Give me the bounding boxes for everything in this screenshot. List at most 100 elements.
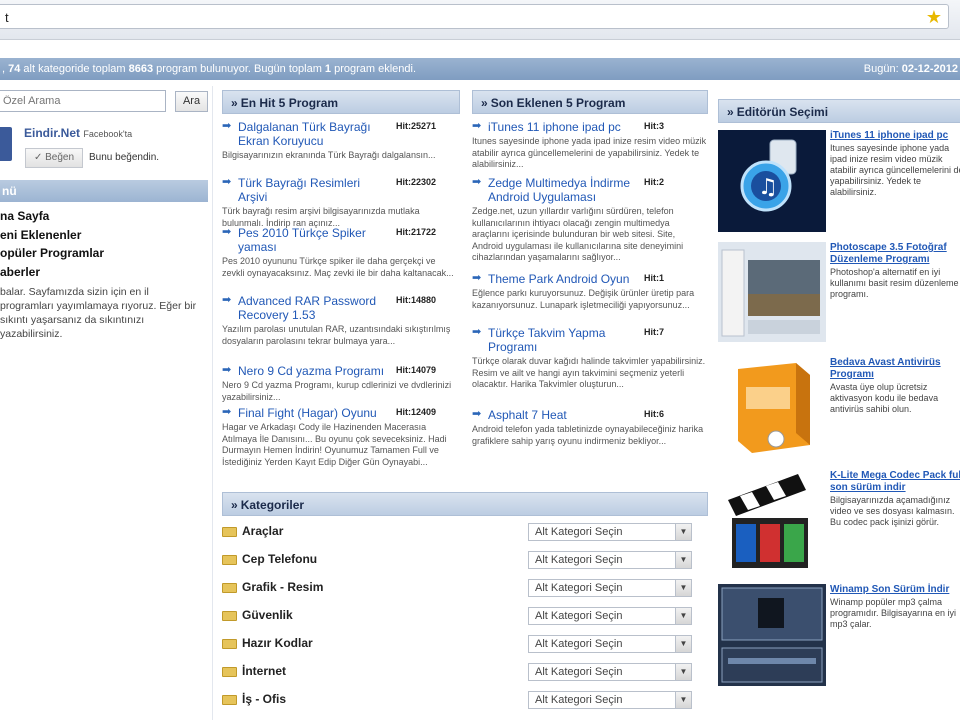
- klite-thumbnail[interactable]: [718, 470, 826, 574]
- category-link[interactable]: Güvenlik: [242, 608, 293, 622]
- pick-desc: Photoshop'a alternatif en iyi kullanımı …: [830, 267, 959, 299]
- subcategory-select[interactable]: Alt Kategori Seçin ▼: [528, 635, 692, 653]
- avast-thumbnail[interactable]: [718, 357, 826, 457]
- menu-note: balar. Sayfamızda sizin için en il progr…: [0, 286, 197, 340]
- arrow-right-icon: ➡: [472, 408, 482, 420]
- category-link[interactable]: İş - Ofis: [242, 692, 286, 706]
- chevron-down-icon[interactable]: ▼: [675, 524, 691, 540]
- itunes-thumbnail[interactable]: ♫: [718, 130, 826, 232]
- address-text: t: [5, 10, 9, 25]
- winamp-thumbnail[interactable]: [718, 584, 826, 686]
- bookmark-star-icon[interactable]: ★: [926, 7, 942, 27]
- editor-header: » Editörün Seçimi: [718, 99, 960, 123]
- arrow-right-icon: ➡: [222, 406, 232, 418]
- program-link[interactable]: Zedge Multimedya İndirme Android Uygulam…: [488, 176, 638, 204]
- program-desc: Eğlence parkı kuruyorsunuz. Değişik ürün…: [472, 288, 695, 310]
- category-row: Cep Telefonu Alt Kategori Seçin ▼: [222, 549, 692, 571]
- program-link[interactable]: Asphalt 7 Heat: [488, 408, 638, 422]
- subcategory-select[interactable]: Alt Kategori Seçin ▼: [528, 523, 692, 541]
- folder-icon: [222, 667, 237, 677]
- menu-item-home[interactable]: na Sayfa: [0, 207, 208, 226]
- program-link[interactable]: Türkçe Takvim Yapma Programı: [488, 326, 638, 354]
- list-item: ➡ Nero 9 Cd yazma Programı Hit:14079 Ner…: [222, 364, 460, 406]
- stats-text: , 74 alt kategoride toplam 8663 program …: [2, 63, 416, 75]
- program-desc: Android telefon yada tabletinizde oynaya…: [472, 424, 704, 446]
- program-link[interactable]: Advanced RAR Password Recovery 1.53: [238, 294, 388, 322]
- program-desc: Hagar ve Arkadaşı Cody ile Hazinenden Ma…: [222, 422, 447, 467]
- facebook-name-text: Eindir.Net: [24, 126, 81, 140]
- categories-title: Kategoriler: [240, 498, 305, 512]
- section-arrow-icon: »: [231, 498, 238, 512]
- subcategory-select[interactable]: Alt Kategori Seçin ▼: [528, 551, 692, 569]
- address-bar[interactable]: t ★: [0, 4, 949, 29]
- select-value: Alt Kategori Seçin: [535, 526, 623, 538]
- subcategory-select[interactable]: Alt Kategori Seçin ▼: [528, 663, 692, 681]
- facebook-like-button[interactable]: ✓ Beğen: [25, 148, 83, 168]
- pick-text: K-Lite Mega Codec Pack full son sürüm in…: [830, 470, 960, 528]
- subcategory-select[interactable]: Alt Kategori Seçin ▼: [528, 579, 692, 597]
- pick-text: iTunes 11 iphone ipad pc Itunes sayesind…: [830, 130, 960, 198]
- subcategory-select[interactable]: Alt Kategori Seçin ▼: [528, 691, 692, 709]
- chevron-down-icon[interactable]: ▼: [675, 580, 691, 596]
- stats-mid: alt kategoride toplam: [20, 63, 129, 75]
- arrow-right-icon: ➡: [472, 272, 482, 284]
- hit5-title: En Hit 5 Program: [240, 96, 339, 110]
- menu-item-new[interactable]: eni Eklenenler: [0, 226, 208, 245]
- program-desc: Bilgisayarınızın ekranında Türk Bayrağı …: [222, 150, 436, 160]
- chevron-down-icon[interactable]: ▼: [675, 552, 691, 568]
- chevron-down-icon[interactable]: ▼: [675, 664, 691, 680]
- program-count: 8663: [128, 63, 154, 75]
- pick-link[interactable]: Bedava Avast Antivirüs Programı: [830, 357, 960, 381]
- program-link[interactable]: Theme Park Android Oyun: [488, 272, 638, 286]
- arrow-right-icon: ➡: [472, 176, 482, 188]
- hit5-list: ➡ Dalgalanan Türk Bayrağı Ekran Koruyucu…: [222, 120, 460, 476]
- program-link[interactable]: Pes 2010 Türkçe Spiker yaması: [238, 226, 388, 254]
- category-count: 74: [8, 63, 21, 75]
- stats-suffix: program eklendi.: [331, 63, 417, 75]
- chevron-down-icon[interactable]: ▼: [675, 692, 691, 708]
- select-value: Alt Kategori Seçin: [535, 638, 623, 650]
- browser-toolbar: t ★: [0, 0, 960, 40]
- hit-count: Hit:7: [644, 327, 664, 337]
- menu-item-popular[interactable]: opüler Programlar: [0, 244, 208, 263]
- hit-count: Hit:1: [644, 273, 664, 283]
- pick-link[interactable]: Winamp Son Sürüm İndir: [830, 584, 960, 596]
- list-item: ➡ Final Fight (Hagar) Oyunu Hit:12409 Ha…: [222, 406, 460, 476]
- section-arrow-icon: »: [231, 96, 238, 110]
- program-link[interactable]: Dalgalanan Türk Bayrağı Ekran Koruyucu: [238, 120, 388, 148]
- pick-text: Bedava Avast Antivirüs Programı Avasta ü…: [830, 357, 960, 415]
- menu-item-news[interactable]: aberler: [0, 263, 208, 282]
- photoscape-thumbnail[interactable]: [718, 242, 826, 342]
- recent5-list: ➡ iTunes 11 iphone ipad pc Hit:3 Itunes …: [472, 120, 708, 458]
- program-link[interactable]: Final Fight (Hagar) Oyunu: [238, 406, 388, 420]
- like-status-text: Bunu beğendin.: [89, 152, 160, 163]
- category-row: Hazır Kodlar Alt Kategori Seçin ▼: [222, 633, 692, 655]
- program-link[interactable]: Türk Bayrağı Resimleri Arşivi: [238, 176, 388, 204]
- folder-icon: [222, 695, 237, 705]
- list-item: ➡ Dalgalanan Türk Bayrağı Ekran Koruyucu…: [222, 120, 460, 176]
- subcategory-select[interactable]: Alt Kategori Seçin ▼: [528, 607, 692, 625]
- program-link[interactable]: iTunes 11 iphone ipad pc: [488, 120, 638, 134]
- list-item: ➡ Türk Bayrağı Resimleri Arşivi Hit:2230…: [222, 176, 460, 228]
- category-link[interactable]: İnternet: [242, 664, 286, 678]
- facebook-page-name[interactable]: Eindir.Net Facebook'ta: [24, 126, 132, 140]
- pick-link[interactable]: iTunes 11 iphone ipad pc: [830, 130, 960, 142]
- search-input[interactable]: [0, 90, 166, 112]
- category-link[interactable]: Cep Telefonu: [242, 552, 317, 566]
- chevron-down-icon[interactable]: ▼: [675, 636, 691, 652]
- category-link[interactable]: Araçlar: [242, 524, 283, 538]
- select-value: Alt Kategori Seçin: [535, 582, 623, 594]
- category-link[interactable]: Grafik - Resim: [242, 580, 323, 594]
- arrow-right-icon: ➡: [222, 364, 232, 376]
- search-button[interactable]: Ara: [175, 91, 208, 112]
- stats-mid2: program bulunuyor. Bugün toplam: [153, 63, 325, 75]
- program-link[interactable]: Nero 9 Cd yazma Programı: [238, 364, 388, 378]
- program-desc: Nero 9 Cd yazma Programı, kurup cdlerini…: [222, 380, 452, 402]
- pick-desc: Avasta üye olup ücretsiz aktivasyon kodu…: [830, 382, 939, 414]
- category-link[interactable]: Hazır Kodlar: [242, 636, 313, 650]
- chevron-down-icon[interactable]: ▼: [675, 608, 691, 624]
- section-arrow-icon: »: [727, 105, 734, 119]
- pick-link[interactable]: K-Lite Mega Codec Pack full son sürüm in…: [830, 470, 960, 494]
- pick-link[interactable]: Photoscape 3.5 Fotoğraf Düzenleme Progra…: [830, 242, 960, 266]
- hit-count: Hit:6: [644, 409, 664, 419]
